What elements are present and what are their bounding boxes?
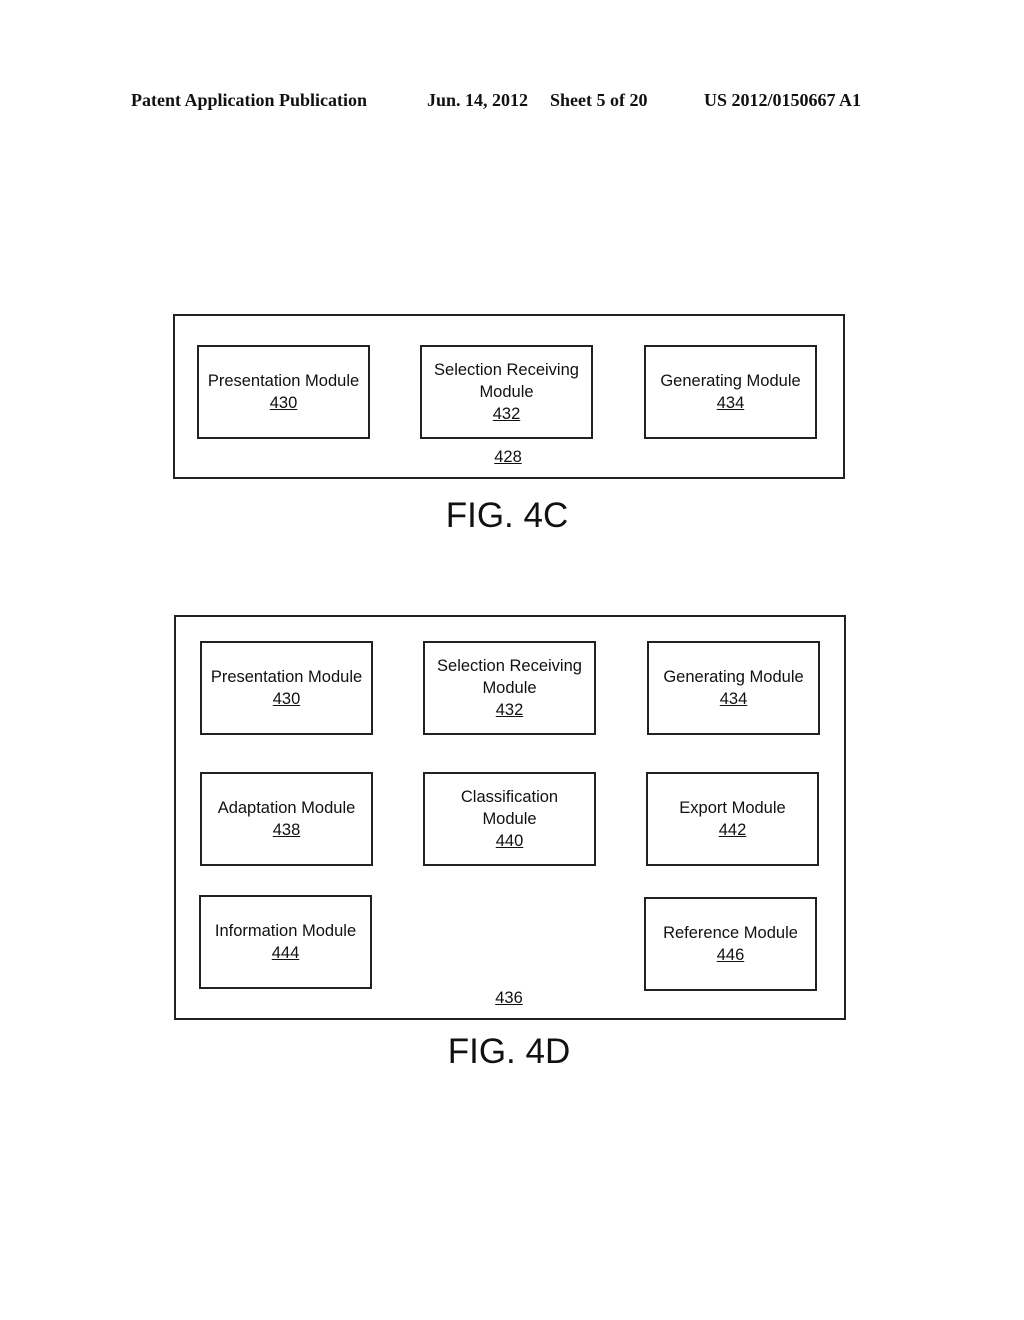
module-ref: 446 [716, 946, 745, 964]
fig4d-caption: FIG. 4D [447, 1032, 571, 1071]
module-label: Selection Receiving [437, 657, 582, 675]
fig4c-generating-module: Generating Module 434 [644, 345, 817, 439]
module-label: Generating Module [660, 372, 801, 390]
module-label: Export Module [679, 799, 786, 817]
fig4d-information-module: Information Module 444 [199, 895, 372, 989]
module-label-line2: Module [482, 679, 537, 697]
module-label: Information Module [214, 922, 357, 940]
header-publication-label: Patent Application Publication [131, 90, 368, 110]
fig4d-adaptation-module: Adaptation Module 438 [200, 772, 373, 866]
module-ref: 430 [269, 394, 298, 412]
module-label-line2: Module [479, 383, 534, 401]
fig4d-reference-module: Reference Module 446 [644, 897, 817, 991]
module-ref: 444 [271, 944, 300, 962]
module-ref: 440 [495, 832, 524, 850]
header-patent-number: US 2012/0150667 A1 [704, 90, 862, 110]
module-ref: 432 [495, 701, 524, 719]
header-sheet: Sheet 5 of 20 [550, 90, 648, 110]
module-label: Selection Receiving [434, 361, 579, 379]
fig4d-selection-receiving-module: Selection Receiving Module 432 [423, 641, 596, 735]
module-label: Classification [460, 788, 559, 806]
module-ref: 442 [718, 821, 747, 839]
module-ref: 430 [272, 690, 301, 708]
module-ref: 434 [716, 394, 745, 412]
fig4d-container-ref: 436 [495, 989, 523, 1007]
fig4c-presentation-module: Presentation Module 430 [197, 345, 370, 439]
module-label: Adaptation Module [217, 799, 356, 817]
module-label-line2: Module [482, 810, 537, 828]
fig4d-presentation-module: Presentation Module 430 [200, 641, 373, 735]
fig4d-export-module: Export Module 442 [646, 772, 819, 866]
module-ref: 438 [272, 821, 301, 839]
fig4c-selection-receiving-module: Selection Receiving Module 432 [420, 345, 593, 439]
fig4c-caption: FIG. 4C [445, 496, 569, 535]
fig4d-generating-module: Generating Module 434 [647, 641, 820, 735]
module-label: Presentation Module [207, 372, 360, 390]
fig4c-container-ref: 428 [494, 448, 522, 466]
header-date: Jun. 14, 2012 [427, 90, 529, 110]
module-ref: 434 [719, 690, 748, 708]
module-label: Presentation Module [210, 668, 363, 686]
module-label: Reference Module [663, 924, 798, 942]
fig4d-classification-module: Classification Module 440 [423, 772, 596, 866]
module-ref: 432 [492, 405, 521, 423]
module-label: Generating Module [663, 668, 804, 686]
